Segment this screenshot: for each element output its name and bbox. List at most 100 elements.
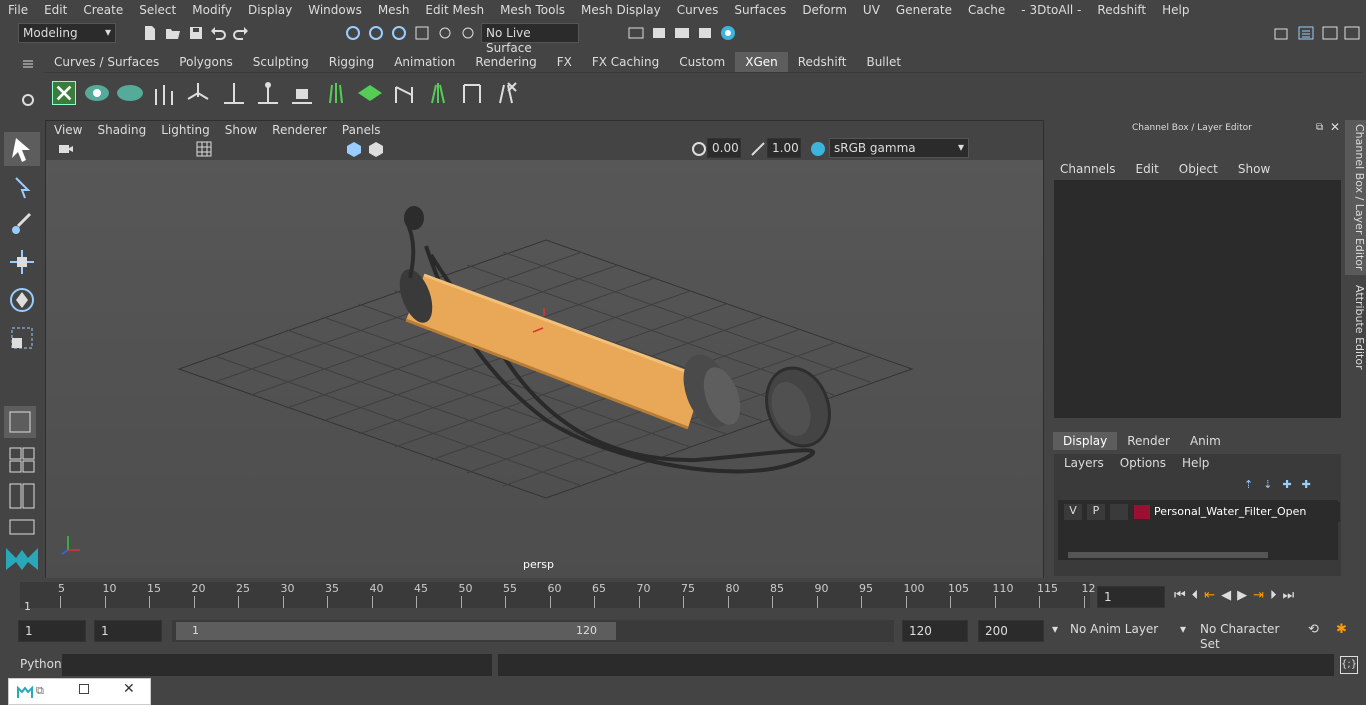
exposure-icon[interactable] — [691, 141, 707, 157]
xgen-bend-icon[interactable] — [390, 79, 418, 107]
close-icon[interactable]: ✕ — [123, 681, 135, 697]
menu-file[interactable]: File — [0, 3, 36, 17]
redo-icon[interactable] — [233, 25, 249, 41]
shelf-tab-animation[interactable]: Animation — [384, 52, 465, 72]
xgen-preview-icon[interactable] — [84, 81, 110, 105]
shelf-settings-icon[interactable] — [20, 92, 36, 108]
menu-3dtoall[interactable]: - 3DtoAll - — [1013, 3, 1089, 17]
character-set-select[interactable]: No Character Set — [1196, 620, 1298, 651]
character-set-dropdown-icon[interactable]: ▾ — [1180, 622, 1186, 636]
xgen-interactive-groom-icon[interactable] — [424, 79, 452, 107]
auto-key-icon[interactable]: ⟲ — [1308, 622, 1319, 637]
play-backward-icon[interactable]: ◀ — [1221, 588, 1231, 603]
snap-curve-icon[interactable] — [437, 25, 453, 41]
lasso-tool-icon[interactable] — [8, 174, 36, 202]
restore-icon[interactable]: ⧉ — [36, 684, 44, 698]
menu-edit-mesh[interactable]: Edit Mesh — [417, 3, 492, 17]
channel-box-menu-show[interactable]: Show — [1238, 162, 1270, 176]
menu-help[interactable]: Help — [1154, 3, 1197, 17]
start-time-field[interactable]: 1 — [18, 620, 86, 642]
tool-settings-toggle-icon[interactable] — [1322, 25, 1338, 41]
shelf-tab-redshift[interactable]: Redshift — [788, 52, 857, 72]
menu-cache[interactable]: Cache — [960, 3, 1013, 17]
menu-uv[interactable]: UV — [855, 3, 888, 17]
menu-mesh[interactable]: Mesh — [370, 3, 418, 17]
save-scene-icon[interactable] — [188, 25, 204, 41]
snap-point-icon[interactable] — [460, 25, 476, 41]
viewport-menu-renderer[interactable]: Renderer — [264, 123, 334, 137]
shelf-tab-xgen[interactable]: XGen — [735, 52, 788, 72]
step-back-key-icon[interactable]: ⇤ — [1204, 588, 1215, 603]
menu-create[interactable]: Create — [75, 3, 131, 17]
shelf-tab-custom[interactable]: Custom — [669, 52, 735, 72]
new-layer-selected-icon[interactable]: ✚ — [1302, 478, 1311, 492]
viewport-menu-view[interactable]: View — [46, 123, 89, 137]
menu-mesh-display[interactable]: Mesh Display — [573, 3, 669, 17]
script-editor-icon[interactable]: {;} — [1340, 656, 1358, 674]
end-time-field[interactable]: 200 — [978, 620, 1044, 642]
ipr-render-icon[interactable] — [674, 25, 690, 41]
move-tool-icon[interactable] — [8, 248, 36, 276]
float-panel-icon[interactable]: ⧉ — [1316, 122, 1323, 133]
shelf-tab-rigging[interactable]: Rigging — [319, 52, 384, 72]
time-slider-bar[interactable]: 1 5 10 15 20 25 30 35 40 45 50 55 60 65 70 75 80 85 90 95 1… — [20, 582, 1096, 613]
shelf-tab-rendering[interactable]: Rendering — [465, 52, 546, 72]
color-management-icon[interactable] — [810, 141, 826, 157]
layer-menu-layers[interactable]: Layers — [1064, 456, 1104, 470]
outliner-layout-icon[interactable] — [8, 518, 36, 536]
color-space-select[interactable]: sRGB gamma ▾ — [829, 138, 969, 158]
xgen-editor-icon[interactable] — [52, 81, 76, 105]
channel-box-menu-edit[interactable]: Edit — [1136, 162, 1159, 176]
two-pane-layout-icon[interactable] — [8, 482, 36, 510]
menu-display[interactable]: Display — [240, 3, 300, 17]
layer-tab-display[interactable]: Display — [1053, 432, 1118, 450]
playback-prefs-icon[interactable]: ✱ — [1336, 622, 1347, 637]
live-surface-field[interactable]: No Live Surface — [481, 23, 579, 55]
layer-menu-options[interactable]: Options — [1120, 456, 1166, 470]
select-component-icon[interactable] — [391, 25, 407, 41]
range-slider-track[interactable]: 1 120 — [172, 620, 894, 642]
layer-name[interactable]: Personal_Water_Filter_Open — [1154, 505, 1306, 518]
workspace-icon[interactable] — [1273, 25, 1289, 41]
shelf-menu-icon[interactable] — [20, 56, 36, 72]
select-tool-icon[interactable] — [4, 132, 40, 166]
attribute-editor-toggle-icon[interactable] — [1344, 25, 1360, 41]
layer-tab-anim[interactable]: Anim — [1180, 432, 1231, 450]
hypershade-icon[interactable] — [720, 25, 736, 41]
attribute-editor-side-tab[interactable]: Attribute Editor — [1345, 280, 1366, 375]
anim-end-field[interactable]: 120 — [902, 620, 968, 642]
xgen-add-guide-icon[interactable] — [220, 79, 248, 107]
menu-modify[interactable]: Modify — [184, 3, 240, 17]
layer-row[interactable]: V P Personal_Water_Filter_Open — [1062, 502, 1340, 522]
menu-curves[interactable]: Curves — [669, 3, 727, 17]
open-scene-icon[interactable] — [165, 25, 181, 41]
viewport-menu-show[interactable]: Show — [217, 123, 264, 137]
shelf-tab-sculpting[interactable]: Sculpting — [243, 52, 319, 72]
layer-color-swatch[interactable] — [1134, 505, 1150, 519]
layer-tab-render[interactable]: Render — [1117, 432, 1180, 450]
shaded-cube-icon[interactable] — [346, 141, 362, 157]
menu-deform[interactable]: Deform — [794, 3, 855, 17]
xgen-layer-icon[interactable] — [356, 79, 384, 107]
range-slider-handle[interactable]: 1 120 — [176, 622, 616, 640]
move-layer-down-icon[interactable]: ⇣ — [1263, 478, 1272, 492]
camera-icon[interactable] — [58, 141, 74, 157]
xgen-grow-icon[interactable] — [322, 79, 350, 107]
menu-redshift[interactable]: Redshift — [1089, 3, 1154, 17]
anim-layer-dropdown-icon[interactable]: ▾ — [1052, 622, 1058, 636]
xgen-rebuild-icon[interactable] — [458, 79, 486, 107]
go-to-end-icon[interactable]: ⏭ — [1283, 588, 1295, 603]
gamma-icon[interactable] — [750, 141, 766, 157]
undo-icon[interactable] — [210, 25, 226, 41]
new-empty-layer-icon[interactable]: ✚ — [1282, 478, 1291, 492]
close-panel-icon[interactable]: ✕ — [1330, 120, 1340, 134]
render-settings-icon[interactable] — [697, 25, 713, 41]
menu-select[interactable]: Select — [131, 3, 184, 17]
scale-tool-icon[interactable] — [8, 324, 36, 352]
menu-mesh-tools[interactable]: Mesh Tools — [492, 3, 573, 17]
layer-type-toggle[interactable] — [1110, 504, 1128, 520]
four-pane-layout-icon[interactable] — [8, 446, 36, 474]
maya-window-icon[interactable] — [17, 684, 33, 700]
command-input[interactable] — [62, 654, 492, 676]
viewport-menu-panels[interactable]: Panels — [334, 123, 388, 137]
